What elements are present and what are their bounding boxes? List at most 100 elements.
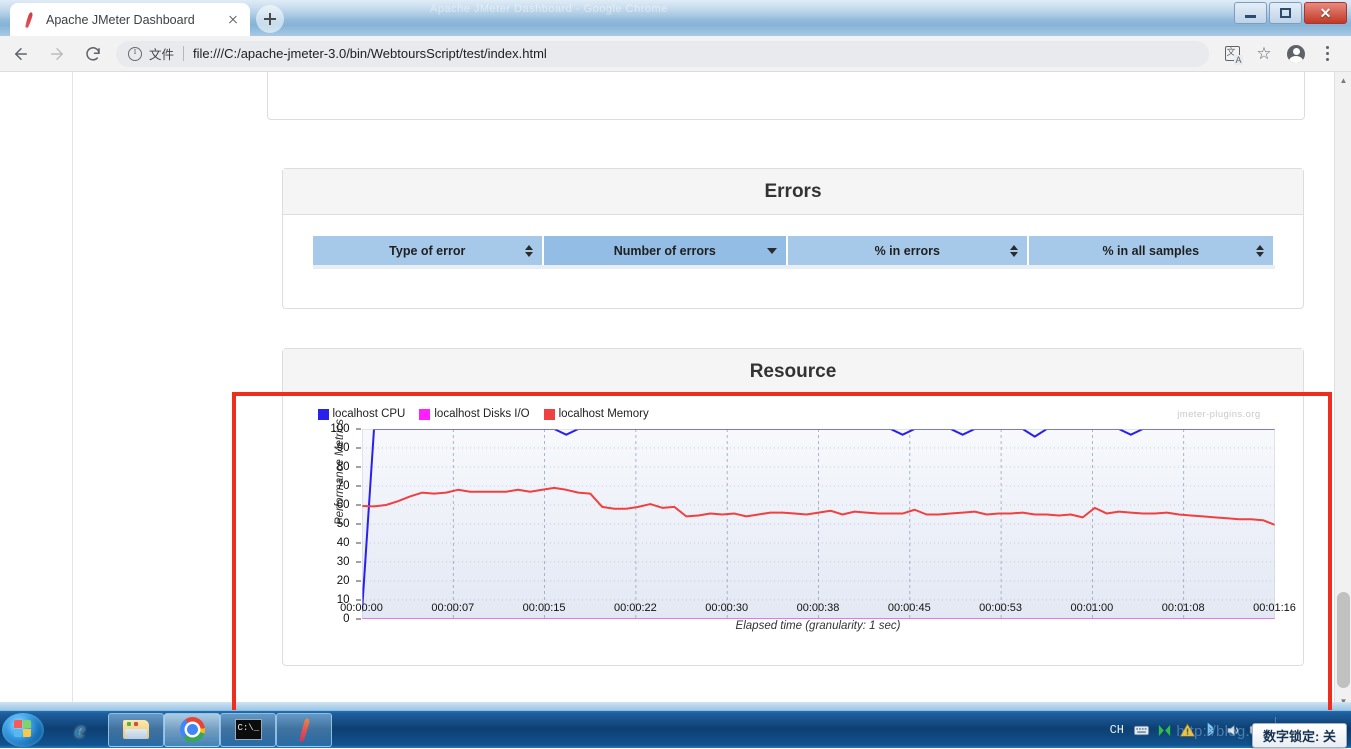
x-axis-tick-label: 00:00:38: [796, 602, 840, 614]
y-axis-tick-mark: [355, 466, 361, 468]
sort-both-icon[interactable]: [524, 244, 533, 258]
y-axis-tick-label: 60: [336, 499, 350, 511]
address-bar[interactable]: 文件 file:///C:/apache-jmeter-3.0/bin/Webt…: [116, 40, 1209, 67]
errors-card-header: Errors: [283, 169, 1303, 215]
start-button[interactable]: [2, 712, 44, 747]
errors-col-pct-in-all-samples[interactable]: % in all samples: [1028, 236, 1273, 265]
scroll-up-icon[interactable]: ▲: [1335, 72, 1351, 89]
taskbar-item-chrome[interactable]: [164, 712, 220, 747]
chart-plot-svg: [361, 429, 1275, 619]
sync-icon[interactable]: [1156, 722, 1173, 739]
translate-icon[interactable]: [1219, 41, 1245, 67]
reload-button[interactable]: [78, 39, 108, 69]
minimize-button[interactable]: [1234, 2, 1267, 24]
x-axis-tick-label: 00:00:00: [340, 602, 383, 614]
y-axis-tick-label: 80: [336, 461, 350, 473]
errors-table-header-row: Type of error Number of errors % in erro…: [313, 236, 1273, 265]
internet-explorer-icon: e: [75, 716, 85, 742]
browser-window: Apache JMeter Dashboard - Google Chrome …: [0, 0, 1351, 710]
back-button[interactable]: [6, 39, 36, 69]
browser-toolbar: 文件 file:///C:/apache-jmeter-3.0/bin/Webt…: [0, 36, 1351, 72]
y-axis-tick-label: 0: [343, 613, 350, 625]
keyboard-icon[interactable]: [1133, 722, 1150, 739]
y-axis-tick-label: 100: [330, 423, 350, 435]
page-viewport: 退出事务 100 0 0.00% 12725.80 14333.55 18843…: [0, 72, 1351, 710]
close-icon[interactable]: [224, 11, 242, 29]
errors-col-pct-in-errors[interactable]: % in errors: [788, 236, 1029, 265]
errors-col-label: % in all samples: [1102, 243, 1200, 258]
y-axis-tick-mark: [355, 561, 361, 563]
legend-item-localhost-memory[interactable]: localhost Memory: [543, 408, 649, 420]
chart-x-axis-label: Elapsed time (granularity: 1 sec): [735, 620, 901, 632]
x-axis-tick-label: 00:00:15: [522, 602, 566, 614]
y-axis-tick-label: 90: [336, 442, 350, 454]
y-axis-tick-mark: [355, 618, 361, 620]
windows-taskbar: e CH: [0, 710, 1351, 748]
browser-tab-jmeter-dashboard[interactable]: Apache JMeter Dashboard: [10, 3, 250, 36]
chevron-down-icon[interactable]: [767, 247, 777, 254]
errors-col-number-of-errors[interactable]: Number of errors: [543, 236, 788, 265]
url-text[interactable]: file:///C:/apache-jmeter-3.0/bin/Webtour…: [193, 46, 547, 61]
x-axis-tick-label: 00:01:16: [1253, 602, 1296, 614]
y-axis-tick-mark: [355, 580, 361, 582]
x-axis-tick-label: 00:01:08: [1161, 602, 1205, 614]
resource-chart[interactable]: localhost CPU localhost Disks I/O localhos…: [312, 408, 1296, 655]
profile-avatar-icon[interactable]: [1283, 41, 1309, 67]
x-axis-tick-label: 00:00:45: [887, 602, 931, 614]
y-axis-tick-mark: [355, 523, 361, 525]
y-axis-tick-mark: [355, 428, 361, 430]
x-axis-tick-label: 00:00:30: [705, 602, 749, 614]
page-scrollbar[interactable]: ▲ ▼: [1334, 72, 1351, 710]
new-tab-button[interactable]: [256, 5, 284, 33]
y-axis-tick-label: 40: [336, 537, 350, 549]
errors-col-type-of-error[interactable]: Type of error: [313, 236, 544, 265]
resource-title: Resource: [749, 360, 837, 382]
browser-titlebar: Apache JMeter Dashboard - Google Chrome …: [0, 0, 1351, 36]
taskbar-items: e: [52, 712, 332, 747]
jmeter-icon: [293, 717, 315, 742]
page-left-margin: [0, 72, 72, 710]
errors-title: Errors: [764, 180, 822, 202]
errors-col-label: Type of error: [389, 243, 466, 258]
bookmark-star-icon[interactable]: ☆: [1251, 41, 1277, 67]
taskbar-item-file-explorer[interactable]: [108, 712, 164, 747]
sort-both-icon[interactable]: [1009, 244, 1018, 258]
resource-card-header: Resource: [283, 349, 1303, 395]
dashboard-content: 退出事务 100 0 0.00% 12725.80 14333.55 18843…: [72, 72, 1334, 710]
warning-icon[interactable]: [1179, 722, 1196, 739]
bluetooth-icon[interactable]: [1202, 722, 1219, 739]
forward-button[interactable]: [42, 39, 72, 69]
x-axis-tick-label: 00:00:07: [431, 602, 475, 614]
command-prompt-icon: [234, 719, 262, 740]
tab-title: Apache JMeter Dashboard: [46, 12, 195, 27]
errors-table-body: Type of error Number of errors % in erro…: [283, 215, 1303, 295]
ime-indicator[interactable]: CH: [1110, 723, 1124, 737]
scrollbar-thumb[interactable]: [1337, 592, 1350, 688]
sort-both-icon[interactable]: [1255, 244, 1264, 258]
url-scheme-label: 文件: [149, 48, 175, 62]
window-ghost-title: Apache JMeter Dashboard - Google Chrome: [430, 3, 668, 15]
resource-card-body: localhost CPU localhost Disks I/O localhos…: [283, 395, 1303, 671]
windows-logo-icon: [13, 720, 33, 739]
y-axis-tick-label: 20: [336, 575, 350, 587]
taskbar-item-jmeter[interactable]: [276, 712, 332, 747]
chrome-menu-icon[interactable]: [1315, 41, 1341, 67]
taskbar-item-internet-explorer[interactable]: e: [52, 713, 108, 747]
errors-card: Errors Type of error Number of errors % …: [282, 168, 1304, 309]
legend-item-localhost-cpu[interactable]: localhost CPU: [317, 408, 405, 420]
page-info-icon[interactable]: [128, 46, 142, 61]
errors-col-label: % in errors: [874, 243, 940, 258]
y-axis-tick-mark: [355, 599, 361, 601]
restore-button[interactable]: [1269, 2, 1302, 24]
legend-item-localhost-disks-i-o[interactable]: localhost Disks I/O: [419, 408, 530, 420]
y-axis-tick-label: 50: [336, 518, 350, 530]
chart-legend: localhost CPU localhost Disks I/O localhos…: [317, 408, 649, 420]
chrome-icon: [179, 717, 205, 742]
taskbar-item-command-prompt[interactable]: [220, 712, 276, 747]
y-axis-tick-mark: [355, 447, 361, 449]
close-window-button[interactable]: ✕: [1304, 2, 1347, 24]
volume-icon[interactable]: [1225, 722, 1242, 739]
jmeter-feather-icon: [22, 11, 38, 28]
statistics-table-card: 退出事务 100 0 0.00% 12725.80 14333.55 18843…: [267, 72, 1305, 120]
window-controls: ✕: [1234, 2, 1347, 24]
